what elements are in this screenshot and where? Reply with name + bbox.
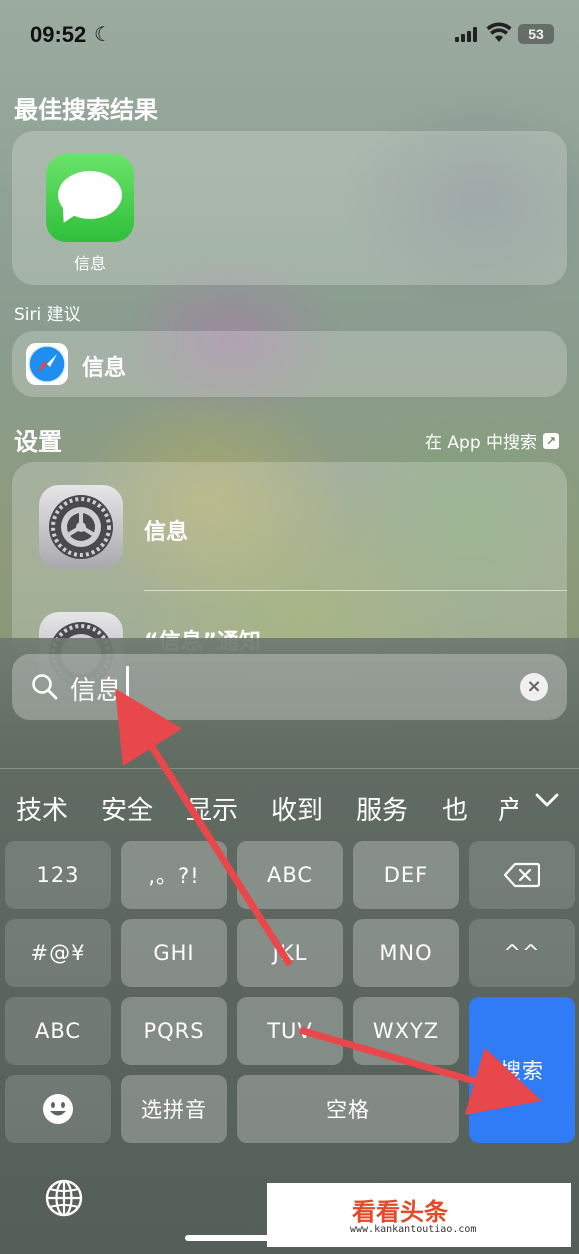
key-mno[interactable]: MNO <box>353 919 459 987</box>
emoji-icon <box>43 1094 73 1124</box>
status-bar: 09:52 ☾ 53 <box>0 0 579 70</box>
key-pqrs[interactable]: PQRS <box>121 997 227 1065</box>
candidate-word[interactable]: 服务 <box>356 790 408 827</box>
expand-candidates-chevron-icon[interactable] <box>533 788 561 812</box>
messages-app-icon[interactable] <box>46 154 134 242</box>
key-jkl[interactable]: JKL <box>237 919 343 987</box>
candidate-word[interactable]: 安全 <box>101 790 153 827</box>
key-tuv[interactable]: TUV <box>237 997 343 1065</box>
candidate-word[interactable]: 显示 <box>186 790 238 827</box>
battery-indicator: 53 <box>518 24 554 44</box>
key-def[interactable]: DEF <box>353 841 459 909</box>
settings-title: 设置 <box>14 428 62 456</box>
siri-suggestions-label: Siri 建议 <box>14 305 81 325</box>
key-wxyz[interactable]: WXYZ <box>353 997 459 1065</box>
divider <box>144 590 567 591</box>
search-key[interactable]: 搜索 <box>469 997 575 1143</box>
key-ghi[interactable]: GHI <box>121 919 227 987</box>
key-abc[interactable]: ABC <box>237 841 343 909</box>
candidate-word[interactable]: 也 <box>442 790 468 827</box>
key-symbols[interactable]: #@¥ <box>5 919 111 987</box>
globe-icon[interactable] <box>44 1178 84 1218</box>
key-123[interactable]: 123 <box>5 841 111 909</box>
key-english[interactable]: ABC <box>5 997 111 1065</box>
key-select-pinyin[interactable]: 选拼音 <box>121 1075 227 1143</box>
search-input-value[interactable]: 信息 <box>70 670 122 707</box>
safari-icon <box>26 343 68 385</box>
candidate-word[interactable]: 技术 <box>16 790 68 827</box>
wifi-icon <box>486 22 512 42</box>
search-in-app-link[interactable]: 在 App 中搜索 ↗ <box>425 428 560 453</box>
candidate-word[interactable]: 产 <box>498 790 518 827</box>
open-arrow-icon: ↗ <box>543 432 560 449</box>
messages-app-label: 信息 <box>73 254 106 273</box>
backspace-icon <box>504 862 540 888</box>
watermark-url: www.kankantoutiao.com <box>350 1224 477 1235</box>
best-result-title: 最佳搜索结果 <box>14 96 158 124</box>
settings-gear-icon <box>39 485 123 569</box>
watermark-title: 看看头条 <box>352 1198 448 1226</box>
space-key[interactable]: 空格 <box>237 1075 459 1143</box>
text-caret <box>126 666 129 700</box>
cellular-signal-icon <box>455 26 477 42</box>
siri-suggestion-label: 信息 <box>82 356 127 381</box>
focus-moon-icon: ☾ <box>94 22 112 46</box>
search-icon <box>32 674 58 700</box>
key-punctuation[interactable]: ,。?! <box>121 841 227 909</box>
emoji-key[interactable] <box>5 1075 111 1143</box>
candidate-word[interactable]: 收到 <box>271 790 323 827</box>
search-in-app-label: 在 App 中搜索 <box>425 433 538 453</box>
key-emoticon[interactable]: ^^ <box>469 919 575 987</box>
delete-key[interactable] <box>469 841 575 909</box>
settings-result-messages[interactable]: 信息 <box>144 514 188 546</box>
status-time: 09:52 <box>30 22 87 47</box>
divider <box>0 768 579 769</box>
clear-search-button[interactable]: × <box>520 673 548 701</box>
